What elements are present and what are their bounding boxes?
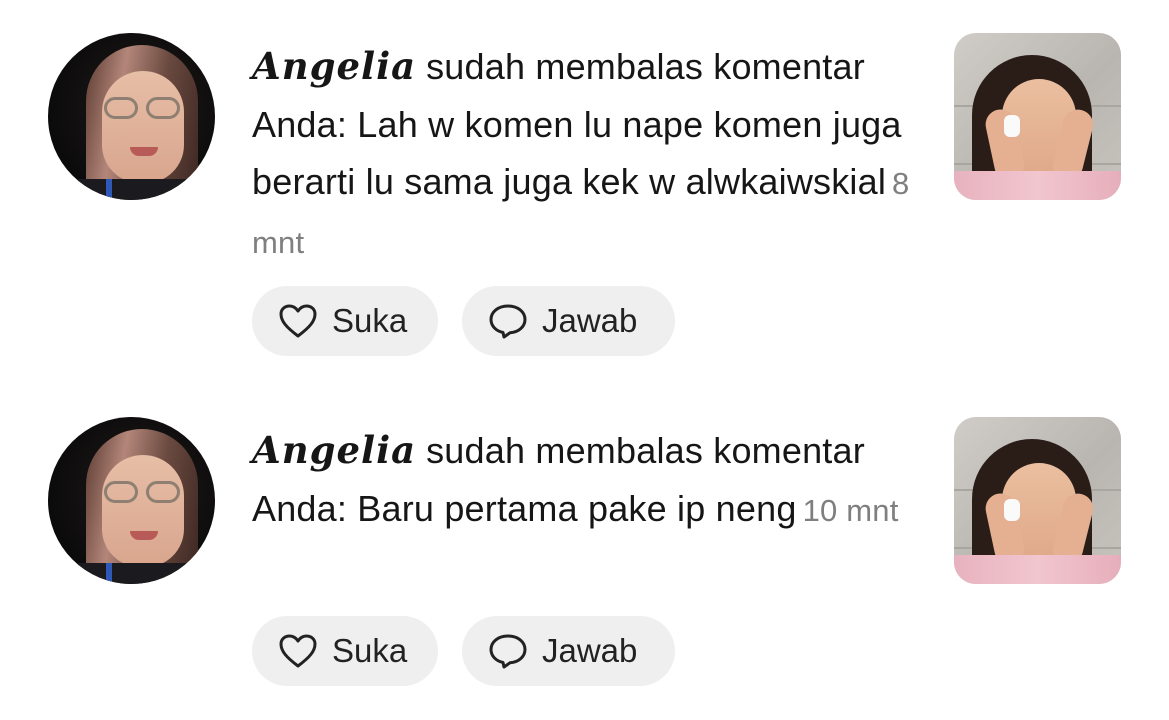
like-label: Suka — [332, 632, 408, 669]
action-bar: Suka Jawab — [252, 286, 675, 356]
user-avatar[interactable] — [48, 33, 215, 200]
reply-button[interactable]: Jawab — [462, 286, 675, 356]
speech-bubble-icon — [489, 304, 527, 339]
like-button[interactable]: Suka — [252, 616, 438, 686]
video-thumbnail[interactable] — [954, 33, 1121, 200]
heart-outline-icon — [279, 634, 317, 668]
notification-text: 𝑨𝒏𝒈𝒆𝒍𝒊𝒂 sudah membalas komentar Anda: Bar… — [252, 422, 912, 539]
notification-text: 𝑨𝒏𝒈𝒆𝒍𝒊𝒂 sudah membalas komentar Anda: Lah… — [252, 38, 912, 271]
video-thumbnail[interactable] — [954, 417, 1121, 584]
user-avatar[interactable] — [48, 417, 215, 584]
heart-outline-icon — [279, 304, 317, 338]
user-name[interactable]: 𝑨𝒏𝒈𝒆𝒍𝒊𝒂 — [252, 47, 416, 88]
action-bar: Suka Jawab — [252, 616, 675, 686]
reply-button[interactable]: Jawab — [462, 616, 675, 686]
reply-label: Jawab — [542, 632, 638, 669]
user-name[interactable]: 𝑨𝒏𝒈𝒆𝒍𝒊𝒂 — [252, 431, 416, 472]
like-label: Suka — [332, 302, 408, 339]
timestamp: 10 mnt — [802, 493, 899, 528]
speech-bubble-icon — [489, 634, 527, 669]
like-button[interactable]: Suka — [252, 286, 438, 356]
reply-label: Jawab — [542, 302, 638, 339]
